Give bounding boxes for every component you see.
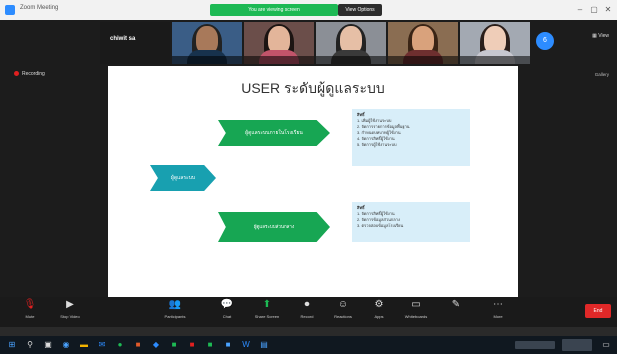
file-explorer-icon[interactable]: ▬ [78,339,90,351]
task-view-icon[interactable]: ▣ [42,339,54,351]
chat-icon: 💬 [220,299,234,310]
notes-button[interactable]: ✎ [436,299,476,314]
mute-button[interactable]: 🎙 Mute [10,299,50,319]
school-admin-arrow: ผู้ดูแลระบบภายในโรงเรียน [218,120,330,146]
app-green-icon[interactable]: ■ [204,339,216,351]
chat-button[interactable]: 💬 Chat [207,299,247,319]
stop-video-button[interactable]: ▶ Stop Video [50,299,90,319]
record-icon: ⏺ [304,299,310,310]
participant-tile[interactable] [172,22,242,64]
slide-title: USER ระดับผู้ดูแลระบบ [241,80,385,96]
participant-tile[interactable] [316,22,386,64]
windows-start-icon[interactable]: ⊞ [6,339,18,351]
more-button[interactable]: ⋯ More [478,299,518,319]
share-screen-button[interactable]: ⬆ Share Screen [247,299,287,319]
meeting-toolbar: 🎙 Mute ▶ Stop Video 👥 Participants 💬 Chat ⬆ S… [0,297,617,327]
participants-icon: 👥 [168,299,182,310]
participants-count-badge[interactable]: 6 [536,32,554,50]
school-admin-permissions-box: สิทธิ์ 1. เพิ่มผู้ใช้งานระบบ 2. จัดการรา… [352,109,470,166]
app-red-icon[interactable]: ■ [186,339,198,351]
share-screen-icon: ⬆ [262,299,272,310]
whiteboard-icon: ▭ [411,299,421,310]
view-options-button[interactable]: View Options [338,4,382,16]
minimize-icon[interactable]: – [573,3,587,17]
office-icon[interactable]: ■ [132,339,144,351]
participant-tile[interactable]: chiwit sa [100,22,170,64]
participant-tile[interactable] [388,22,458,64]
os-taskbar: ⊞ ⚲ ▣ ◉ ▬ ✉ ● ■ ◆ ■ ■ ■ ■ W ▤ ▭ [0,336,617,354]
line-app-icon[interactable]: ■ [168,339,180,351]
window-titlebar: Zoom Meeting You are viewing screen View… [0,0,617,21]
record-button[interactable]: ⏺ Record [287,299,327,319]
search-icon[interactable]: ⚲ [24,339,36,351]
browser-icon[interactable]: ◉ [60,339,72,351]
apps-button[interactable]: ⚙ Apps [359,299,399,319]
video-camera-icon: ▶ [66,299,74,310]
recording-indicator[interactable]: Recording [14,71,45,77]
chrome-icon[interactable]: ● [114,339,126,351]
end-meeting-button[interactable]: End [585,304,611,318]
notes-icon: ✎ [451,299,461,310]
shared-slide: USER ระดับผู้ดูแลระบบ ผู้ดูแลระบบ ผู้ดูแ… [108,66,518,298]
apps-icon: ⚙ [374,299,384,310]
participant-tile[interactable] [460,22,530,64]
app-blue-icon[interactable]: ■ [222,339,234,351]
zoom-logo-icon [5,5,15,15]
reactions-icon: ☺ [337,299,349,310]
participants-button[interactable]: 👥 Participants [155,299,195,319]
microphone-muted-icon: 🎙 [23,299,37,310]
participant-tile[interactable] [244,22,314,64]
system-tray[interactable] [515,341,555,349]
screen-share-banner: You are viewing screen [210,4,338,16]
central-admin-permissions-box: สิทธิ์ 1. จัดการสิทธิ์ผู้ใช้งาน 2. จัดกา… [352,202,470,242]
reactions-button[interactable]: ☺ Reactions [323,299,363,319]
status-strip [0,327,617,336]
central-admin-arrow: ผู้ดูแลระบบส่วนกลาง [218,212,330,242]
mail-icon[interactable]: ✉ [96,339,108,351]
participant-name: chiwit sa [110,36,136,42]
view-button[interactable]: ▦ View [592,33,609,39]
window-title: Zoom Meeting [20,5,59,11]
zoom-taskbar-icon[interactable]: ◆ [150,339,162,351]
maximize-icon[interactable]: ▢ [587,3,601,17]
record-dot-icon [14,71,19,77]
gallery-view-label[interactable]: Gallery [595,72,609,77]
clock[interactable] [562,339,592,351]
notification-icon[interactable]: ▭ [600,339,612,351]
word-icon[interactable]: W [240,339,252,351]
whiteboards-button[interactable]: ▭ Whiteboards [396,299,436,319]
admin-arrow: ผู้ดูแลระบบ [150,165,216,191]
close-icon[interactable]: ✕ [601,3,615,17]
app-icon[interactable]: ▤ [258,339,270,351]
more-icon: ⋯ [493,299,503,310]
